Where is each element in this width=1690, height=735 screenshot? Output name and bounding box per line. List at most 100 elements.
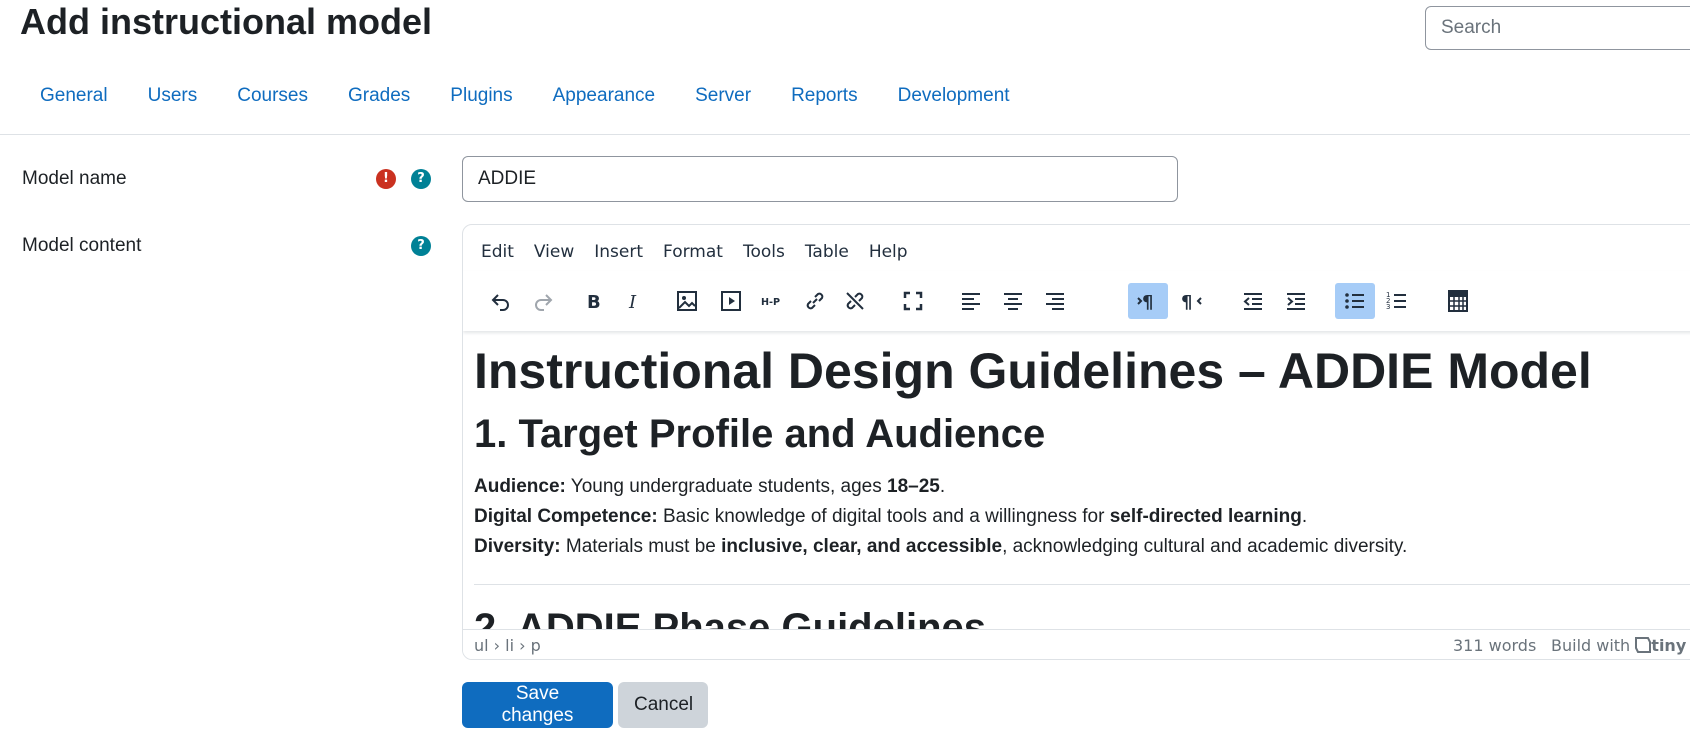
svg-text:¶: ¶ xyxy=(1181,292,1192,313)
editor-toolbar: B I H-P ¶ ¶ 1 2 3 xyxy=(463,271,1690,331)
bold-button[interactable]: B xyxy=(573,283,613,319)
tab-users[interactable]: Users xyxy=(128,80,218,132)
tab-courses[interactable]: Courses xyxy=(217,80,328,132)
tab-development[interactable]: Development xyxy=(878,80,1030,132)
svg-text:I: I xyxy=(628,292,637,313)
equation-button[interactable] xyxy=(1438,283,1478,319)
unlink-icon xyxy=(846,292,864,310)
menu-edit[interactable]: Edit xyxy=(471,236,524,268)
digital-paragraph: Digital Competence: Basic knowledge of d… xyxy=(474,502,1307,532)
rtl-button[interactable]: ¶ xyxy=(1171,283,1211,319)
diversity-end: , acknowledging cultural and academic di… xyxy=(1002,536,1408,557)
content-subheading: 2. ADDIE Phase Guidelines xyxy=(474,606,987,629)
tab-plugins[interactable]: Plugins xyxy=(430,80,532,132)
ltr-button[interactable]: ¶ xyxy=(1128,283,1168,319)
diversity-text: Materials must be xyxy=(560,536,722,557)
brand-name: tiny xyxy=(1651,636,1687,655)
editor-content[interactable]: Instructional Design Guidelines – ADDIE … xyxy=(474,331,1690,629)
svg-text:B: B xyxy=(587,292,601,313)
menu-table[interactable]: Table xyxy=(795,236,859,268)
brand-text: Build with xyxy=(1551,636,1631,655)
image-icon xyxy=(677,291,697,311)
align-center-icon xyxy=(1004,293,1022,310)
fullscreen-button[interactable] xyxy=(893,283,933,319)
outdent-button[interactable] xyxy=(1233,283,1273,319)
align-left-icon xyxy=(962,293,980,310)
content-divider xyxy=(474,584,1690,585)
undo-button[interactable] xyxy=(481,283,521,319)
admin-nav: General Users Courses Grades Plugins App… xyxy=(20,80,1030,132)
tab-general[interactable]: General xyxy=(20,80,128,132)
editor-statusbar: ul › li › p 311 words Build with tiny xyxy=(463,629,1690,659)
align-center-button[interactable] xyxy=(993,283,1033,319)
content-subheading: 1. Target Profile and Audience xyxy=(474,412,1046,456)
bullet-list-icon xyxy=(1345,293,1364,309)
svg-text:H-P: H-P xyxy=(761,297,780,308)
menu-insert[interactable]: Insert xyxy=(584,236,653,268)
h5p-button[interactable]: H-P xyxy=(753,283,793,319)
digital-text: Basic knowledge of digital tools and a w… xyxy=(657,506,1110,527)
diversity-paragraph: Diversity: Materials must be inclusive, … xyxy=(474,532,1407,562)
audience-end: . xyxy=(939,476,946,497)
undo-icon xyxy=(491,294,509,311)
numbered-list-icon: 123 xyxy=(1386,291,1406,311)
media-icon xyxy=(721,291,741,311)
indent-icon xyxy=(1287,293,1305,310)
help-icon[interactable]: ? xyxy=(411,169,431,189)
align-right-icon xyxy=(1046,293,1064,310)
tab-reports[interactable]: Reports xyxy=(771,80,878,132)
page-title: Add instructional model xyxy=(20,1,433,42)
bullet-list-button[interactable] xyxy=(1335,283,1375,319)
content-heading: Instructional Design Guidelines – ADDIE … xyxy=(474,343,1592,399)
tab-appearance[interactable]: Appearance xyxy=(533,80,675,132)
cancel-button[interactable]: Cancel xyxy=(618,682,708,728)
digital-bold: self-directed learning xyxy=(1109,506,1302,527)
outdent-icon xyxy=(1243,293,1262,310)
editor-menubar: Edit View Insert Format Tools Table Help xyxy=(471,233,918,271)
audience-text: Young undergraduate students, ages xyxy=(565,476,888,497)
diversity-bold: inclusive, clear, and accessible xyxy=(721,536,1003,557)
numbered-list-button[interactable]: 123 xyxy=(1377,283,1417,319)
diversity-label: Diversity: xyxy=(474,536,561,557)
search-input[interactable] xyxy=(1425,6,1690,50)
svg-text:¶: ¶ xyxy=(1142,292,1153,313)
rich-text-editor: Edit View Insert Format Tools Table Help… xyxy=(462,224,1690,660)
nav-divider xyxy=(0,134,1690,135)
audience-bold: 18–25 xyxy=(887,476,940,497)
indent-button[interactable] xyxy=(1276,283,1316,319)
link-button[interactable] xyxy=(795,283,835,319)
italic-button[interactable]: I xyxy=(613,283,653,319)
menu-tools[interactable]: Tools xyxy=(733,236,795,268)
media-button[interactable] xyxy=(711,283,751,319)
rtl-icon: ¶ xyxy=(1181,292,1202,313)
word-count[interactable]: 311 words xyxy=(1453,636,1536,655)
menu-format[interactable]: Format xyxy=(653,236,733,268)
help-icon[interactable]: ? xyxy=(411,236,431,256)
model-name-label: Model name xyxy=(22,168,127,189)
redo-icon xyxy=(535,294,553,311)
tiny-branding[interactable]: Build with tiny xyxy=(1551,636,1686,655)
fullscreen-icon xyxy=(903,291,923,311)
tab-grades[interactable]: Grades xyxy=(328,80,430,132)
italic-icon: I xyxy=(628,292,637,313)
digital-label: Digital Competence: xyxy=(474,506,658,527)
audience-label: Audience: xyxy=(474,476,566,497)
align-left-button[interactable] xyxy=(951,283,991,319)
required-icon: ! xyxy=(376,169,396,189)
audience-paragraph: Audience: Young undergraduate students, … xyxy=(474,472,945,502)
menu-help[interactable]: Help xyxy=(859,236,918,268)
image-button[interactable] xyxy=(667,283,707,319)
h5p-icon: H-P xyxy=(761,297,780,308)
menu-view[interactable]: View xyxy=(524,236,584,268)
align-right-button[interactable] xyxy=(1035,283,1075,319)
unlink-button[interactable] xyxy=(835,283,875,319)
redo-button[interactable] xyxy=(523,283,563,319)
link-icon xyxy=(806,292,824,310)
ltr-icon: ¶ xyxy=(1137,292,1153,313)
element-path[interactable]: ul › li › p xyxy=(474,636,541,655)
model-name-input[interactable] xyxy=(462,156,1178,202)
digital-end: . xyxy=(1301,506,1308,527)
tab-server[interactable]: Server xyxy=(675,80,771,132)
bold-icon: B xyxy=(587,292,601,313)
save-button[interactable]: Save changes xyxy=(462,682,613,728)
